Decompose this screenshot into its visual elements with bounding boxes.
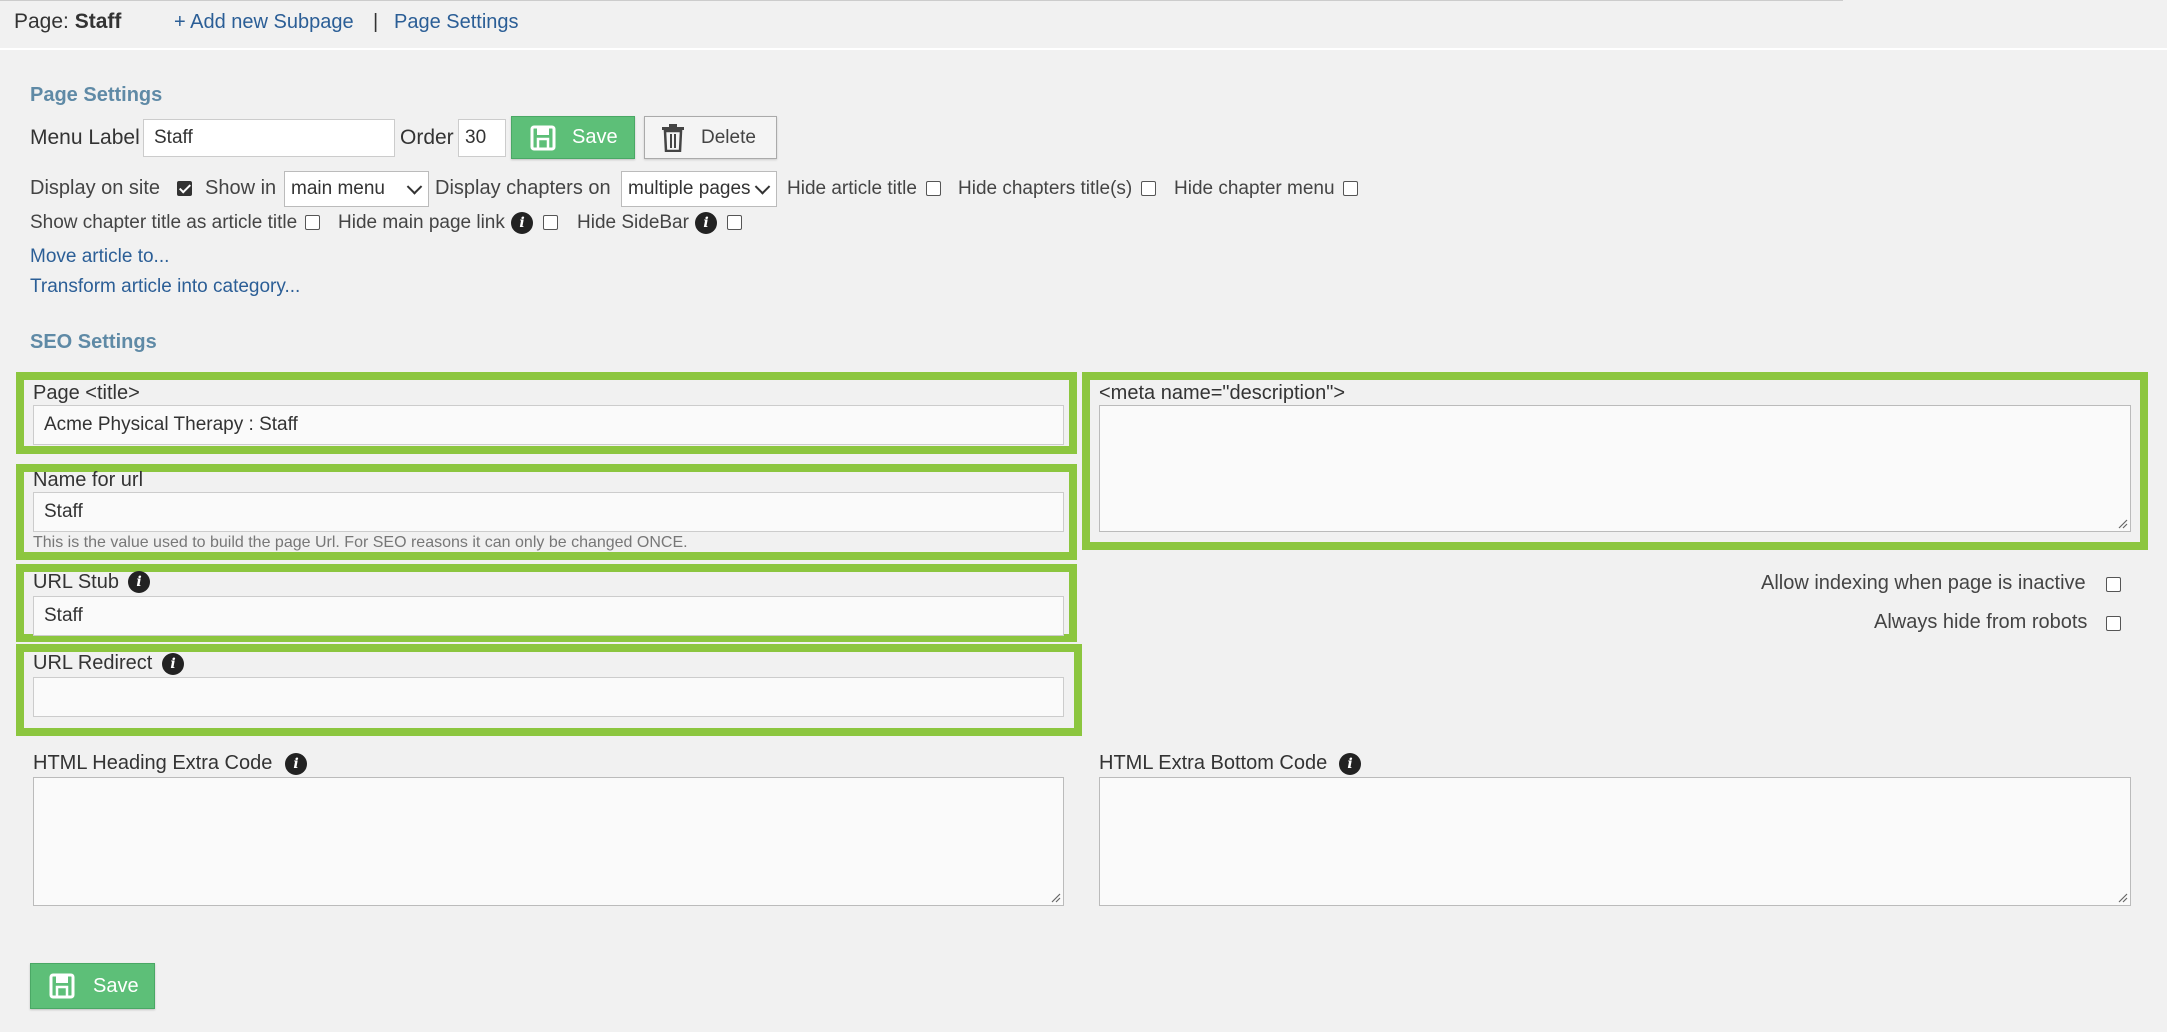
url-stub-input[interactable] [33, 596, 1064, 636]
bottom-save-label: Save [93, 974, 139, 997]
info-icon[interactable]: i [285, 753, 307, 775]
url-redirect-label: URL Redirect [33, 652, 153, 674]
hide-chapter-menu-checkbox[interactable] [1343, 181, 1358, 196]
resize-handle-icon[interactable] [1051, 893, 1061, 903]
html-heading-label: HTML Heading Extra Code [33, 752, 273, 774]
meta-description-textarea[interactable] [1099, 405, 2131, 532]
resize-handle-icon[interactable] [2118, 519, 2128, 529]
delete-button[interactable]: Delete [644, 116, 777, 159]
hide-chapter-menu-label: Hide chapter menu [1174, 178, 1335, 199]
hide-chapters-title-checkbox[interactable] [1141, 181, 1156, 196]
name-for-url-help: This is the value used to build the page… [33, 534, 688, 551]
name-for-url-label: Name for url [33, 469, 144, 491]
menu-label-input[interactable] [143, 119, 395, 157]
allow-indexing-label: Allow indexing when page is inactive [1761, 572, 2086, 594]
delete-button-label: Delete [701, 126, 756, 148]
add-subpage-link[interactable]: + Add new Subpage [174, 11, 354, 34]
resize-handle-icon[interactable] [2118, 893, 2128, 903]
show-in-select[interactable]: main menu [284, 171, 429, 207]
info-icon[interactable]: i [695, 212, 717, 234]
menu-label-label: Menu Label [30, 126, 140, 149]
trash-icon [662, 123, 684, 152]
top-divider [0, 0, 1843, 1]
always-hide-robots-label: Always hide from robots [1874, 611, 2088, 633]
page-prefix: Page: [14, 10, 69, 33]
hide-main-page-link-label: Hide main page link [338, 212, 505, 233]
show-in-label: Show in [205, 177, 277, 199]
html-heading-textarea[interactable] [33, 777, 1064, 906]
move-article-link[interactable]: Move article to... [30, 246, 169, 268]
info-icon[interactable]: i [128, 571, 150, 593]
save-button[interactable]: Save [511, 116, 635, 159]
display-on-site-label: Display on site [30, 177, 161, 199]
bottom-save-button[interactable]: Save [30, 963, 155, 1009]
display-chapters-select[interactable]: multiple pages [621, 171, 777, 207]
info-icon[interactable]: i [1339, 753, 1361, 775]
display-chapters-label: Display chapters on [435, 177, 611, 199]
page-title-input[interactable] [33, 405, 1064, 445]
url-stub-label: URL Stub [33, 571, 119, 593]
meta-description-label: <meta name="description"> [1099, 382, 1346, 404]
show-chapter-title-label: Show chapter title as article title [30, 212, 298, 233]
always-hide-robots-checkbox[interactable] [2106, 616, 2121, 631]
hide-sidebar-label: Hide SideBar [577, 212, 689, 233]
show-in-value: main menu [291, 178, 385, 199]
display-chapters-value: multiple pages [628, 178, 751, 199]
name-for-url-input[interactable] [33, 492, 1064, 532]
info-icon[interactable]: i [162, 653, 184, 675]
page-settings-link[interactable]: Page Settings [394, 11, 519, 34]
page-title: Page: Staff [14, 10, 121, 34]
url-redirect-input[interactable] [33, 677, 1064, 717]
save-button-label: Save [572, 126, 618, 148]
floppy-disk-icon [530, 125, 556, 150]
hide-main-page-link-checkbox[interactable] [543, 215, 558, 230]
page-name: Staff [74, 10, 122, 33]
display-on-site-checkbox[interactable] [177, 181, 192, 196]
hide-sidebar-checkbox[interactable] [727, 215, 742, 230]
header-separator: | [373, 11, 379, 33]
hide-chapters-title-label: Hide chapters title(s) [958, 178, 1133, 199]
page-title-field-label: Page <title> [33, 382, 140, 404]
html-bottom-label: HTML Extra Bottom Code [1099, 752, 1328, 774]
info-icon[interactable]: i [511, 212, 533, 234]
order-label: Order [400, 126, 454, 149]
hide-article-title-checkbox[interactable] [926, 181, 941, 196]
allow-indexing-checkbox[interactable] [2106, 577, 2121, 592]
order-input[interactable] [458, 119, 506, 157]
chevron-down-icon [754, 179, 771, 195]
page-settings-heading: Page Settings [30, 84, 163, 106]
floppy-disk-icon [49, 973, 75, 999]
chevron-down-icon [406, 179, 423, 195]
show-chapter-title-checkbox[interactable] [305, 215, 320, 230]
hide-article-title-label: Hide article title [787, 178, 917, 199]
html-bottom-textarea[interactable] [1099, 777, 2131, 906]
seo-settings-heading: SEO Settings [30, 331, 157, 353]
top-bar: Page: Staff + Add new Subpage | Page Set… [0, 0, 2167, 50]
transform-article-link[interactable]: Transform article into category... [30, 276, 300, 298]
